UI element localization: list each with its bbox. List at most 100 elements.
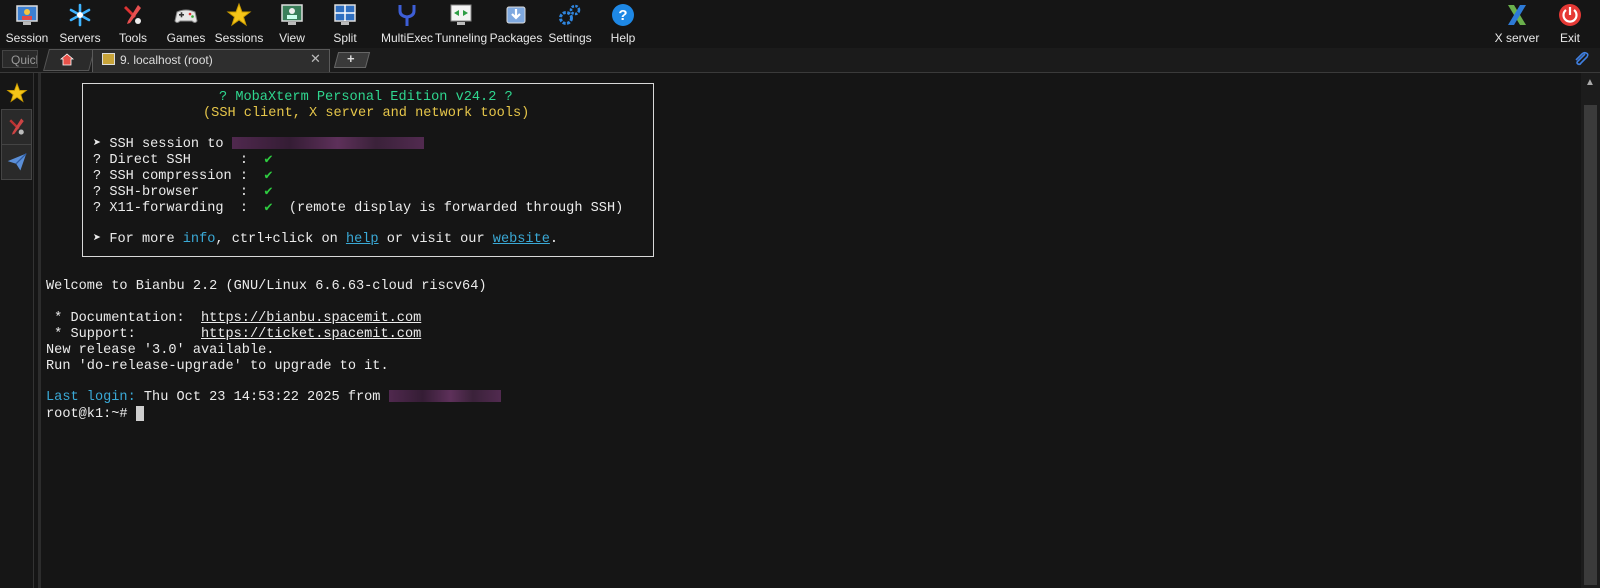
feature-direct-ssh: ? Direct SSH : ✔ — [93, 153, 273, 169]
last-login-label: Last login: — [46, 390, 136, 405]
help-button[interactable]: ? Help — [596, 0, 650, 46]
exit-icon — [1559, 4, 1581, 26]
help-link[interactable]: help — [346, 232, 379, 247]
website-link[interactable]: website — [493, 232, 550, 247]
split-button[interactable]: Split — [318, 0, 372, 46]
support-label: * Support: — [46, 327, 201, 342]
sessions-label: Sessions — [214, 31, 264, 45]
packages-button[interactable]: Packages — [489, 0, 543, 46]
welcome-line: Welcome to Bianbu 2.2 (GNU/Linux 6.6.63-… — [46, 279, 487, 294]
x-server-icon — [1508, 5, 1526, 25]
ssh-session-label: ➤ SSH session to — [93, 137, 232, 152]
exit-button[interactable]: Exit — [1543, 0, 1597, 46]
tunneling-label: Tunneling — [434, 31, 488, 45]
feature-x11-forwarding: ? X11-forwarding : ✔ (remote display is … — [93, 201, 623, 217]
documentation-label: * Documentation: — [46, 311, 201, 326]
more-info-line: ➤ For more info, ctrl+click on help or v… — [93, 232, 558, 248]
feature-note: (remote display is forwarded through SSH… — [272, 201, 624, 216]
feature-ssh-browser: ? SSH-browser : ✔ — [93, 185, 273, 201]
check-icon: ✔ — [264, 201, 273, 216]
more-prefix: ➤ For more — [93, 232, 183, 247]
ssh-session-line: ➤ SSH session to — [93, 137, 424, 153]
split-icon — [334, 4, 356, 25]
last-login-line: Last login: Thu Oct 23 14:53:22 2025 fro… — [46, 390, 501, 406]
multiexec-label: MultiExec — [380, 31, 433, 45]
tab-bar: Quick connect... 9. localhost (root) ✕ + — [0, 48, 1600, 73]
redacted-ip — [388, 390, 501, 403]
sidebar-macros-button[interactable] — [1, 144, 32, 180]
feature-name: ? SSH-browser : — [93, 185, 265, 200]
shell-prompt: root@k1:~# — [46, 407, 136, 423]
feature-name: ? SSH compression : — [93, 169, 265, 184]
check-icon: ✔ — [264, 153, 273, 168]
plus-icon: + — [347, 51, 355, 66]
home-icon[interactable] — [60, 53, 74, 66]
session-button[interactable]: Session — [0, 0, 54, 46]
banner-subtitle: (SSH client, X server and network tools) — [203, 106, 530, 121]
terminal-scrollbar[interactable]: ▲ — [1581, 73, 1600, 588]
packages-icon — [506, 6, 526, 24]
settings-icon — [559, 4, 581, 25]
scrollbar-thumb[interactable] — [1584, 105, 1597, 585]
sidebar-splitter[interactable] — [38, 73, 41, 588]
view-icon — [281, 4, 303, 25]
paperclip-icon[interactable] — [1572, 50, 1590, 68]
packages-label: Packages — [489, 31, 543, 45]
feature-ssh-compression: ? SSH compression : ✔ — [93, 169, 273, 185]
servers-icon — [69, 3, 91, 27]
help-icon: ? — [612, 4, 634, 26]
release-line: New release '3.0' available. — [46, 343, 275, 358]
multiexec-icon — [398, 5, 416, 26]
scroll-up-arrow-icon[interactable]: ▲ — [1585, 77, 1595, 88]
settings-button[interactable]: Settings — [543, 0, 597, 46]
tools-icon — [124, 5, 141, 24]
games-button[interactable]: Games — [159, 0, 213, 46]
more-end: . — [549, 232, 559, 247]
tools-label: Tools — [118, 31, 147, 45]
games-label: Games — [166, 31, 206, 45]
feature-name: ? X11-forwarding : — [93, 201, 265, 216]
tools-button[interactable]: Tools — [106, 0, 160, 46]
close-icon[interactable]: ✕ — [310, 51, 321, 67]
terminal-output[interactable]: ? MobaXterm Personal Edition v24.2 ? (SS… — [42, 73, 1580, 588]
more-mid2: or visit our — [378, 232, 493, 247]
view-button[interactable]: View — [265, 0, 319, 46]
tab-title: 9. localhost (root) — [120, 53, 213, 67]
main-toolbar: Session Servers Tools Games Sessions Vie… — [0, 0, 1600, 46]
support-link[interactable]: https://ticket.spacemit.com — [201, 327, 421, 342]
sidebar-sessions-button[interactable] — [1, 75, 32, 111]
x-server-button[interactable]: X server — [1489, 0, 1545, 46]
check-icon: ✔ — [264, 169, 273, 184]
upgrade-line: Run 'do-release-upgrade' to upgrade to i… — [46, 359, 389, 374]
exit-label: Exit — [1559, 31, 1580, 45]
quick-connect-input[interactable]: Quick connect... — [2, 50, 38, 68]
servers-button[interactable]: Servers — [53, 0, 107, 46]
sessions-button[interactable]: Sessions — [212, 0, 266, 46]
feature-name: ? Direct SSH : — [93, 153, 265, 168]
help-label: Help — [610, 31, 636, 45]
games-icon — [174, 9, 198, 23]
session-icon — [16, 5, 38, 25]
tunneling-icon — [450, 4, 472, 25]
servers-label: Servers — [59, 31, 101, 45]
tunneling-button[interactable]: Tunneling — [434, 0, 488, 46]
terminal-cursor — [135, 406, 144, 421]
more-mid: , ctrl+click on — [215, 232, 346, 247]
x-server-label: X server — [1494, 31, 1540, 45]
banner-title: ? MobaXterm Personal Edition v24.2 ? — [219, 90, 513, 105]
svg-text:?: ? — [618, 7, 627, 24]
tools-icon — [8, 118, 24, 135]
sidebar-tools-button[interactable] — [1, 109, 32, 145]
multiexec-button[interactable]: MultiExec — [380, 0, 434, 46]
view-label: View — [279, 31, 305, 45]
session-label: Session — [5, 31, 49, 45]
send-icon — [7, 153, 27, 171]
check-icon: ✔ — [264, 185, 273, 200]
info-link[interactable]: info — [183, 232, 216, 247]
documentation-line: * Documentation: https://bianbu.spacemit… — [46, 311, 421, 327]
support-line: * Support: https://ticket.spacemit.com — [46, 327, 421, 343]
documentation-link[interactable]: https://bianbu.spacemit.com — [201, 311, 421, 326]
redacted-host — [231, 137, 424, 150]
last-login-value: Thu Oct 23 14:53:22 2025 from — [135, 390, 389, 405]
settings-label: Settings — [548, 31, 592, 45]
